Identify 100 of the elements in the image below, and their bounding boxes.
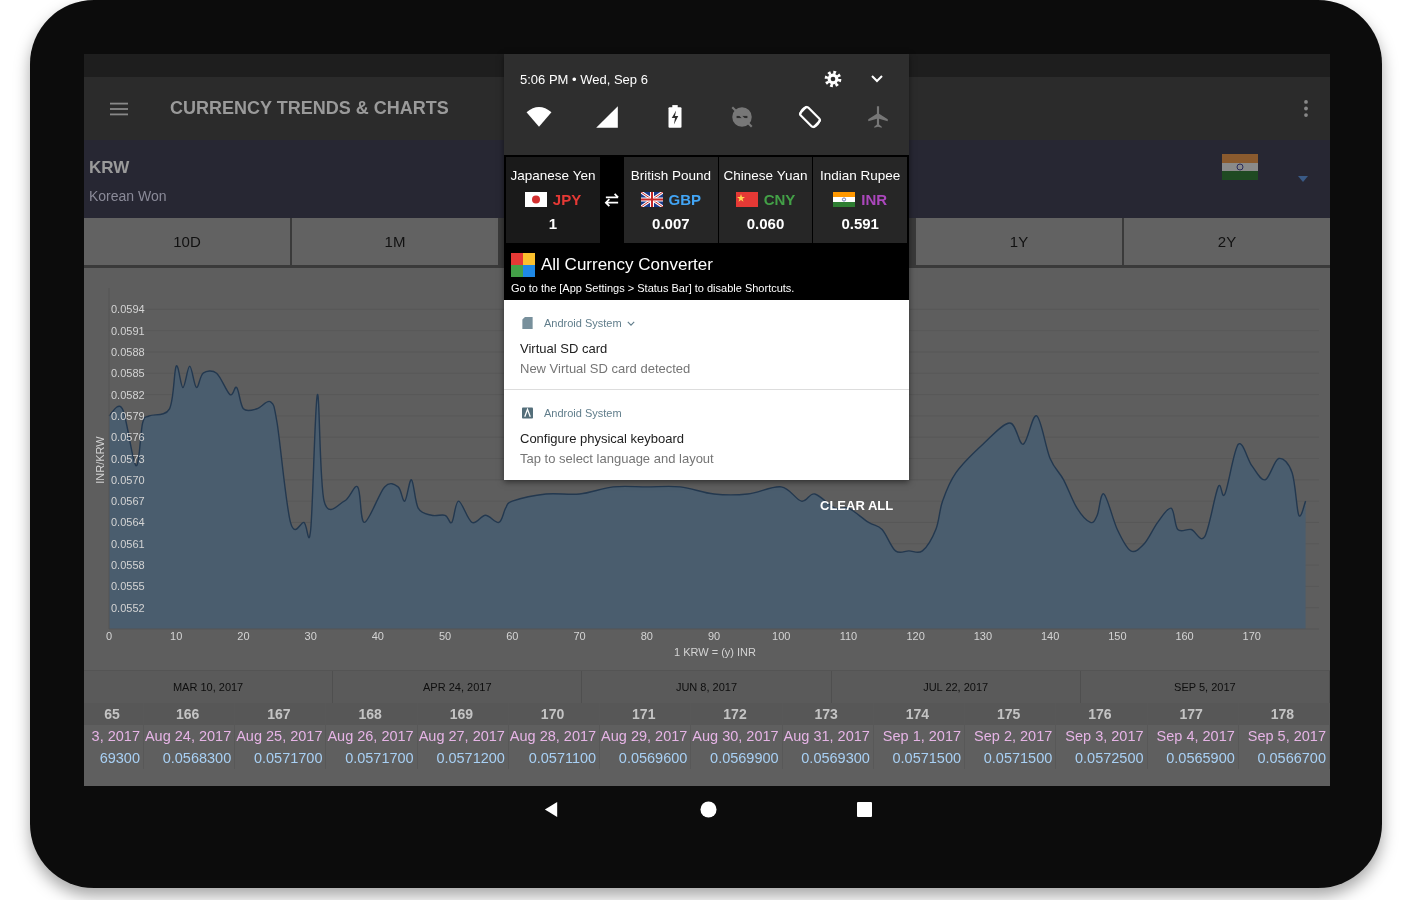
table-header-cell: 170 [508,703,601,725]
table-cell: Sep 1, 2017 [873,725,966,747]
table-header-cell: 171 [600,703,692,725]
table-header-cell: 65 [84,703,144,725]
x-tick-label: 60 [506,630,519,642]
x-tick-label: 80 [640,630,653,642]
home-icon[interactable] [699,800,717,818]
table-cell: Sep 5, 2017 [1238,725,1330,747]
table-header-cell: 174 [873,703,966,725]
table-header-cell: 172 [691,703,783,725]
currency-tile[interactable]: Japanese Yen JPY 1 [506,157,600,243]
x-tick-label: 160 [1175,630,1194,642]
x-tick-label: 10 [170,630,183,642]
x-tick-label: 70 [573,630,586,642]
currency-name: Korean Won [89,188,167,204]
table-cell: Aug 31, 2017 [782,725,874,747]
table-cell: Aug 28, 2017 [508,725,601,747]
currency-code: JPY [552,190,582,208]
x-tick-label: 150 [1108,630,1127,642]
signal-icon[interactable] [593,104,620,130]
status-datetime: 5:06 PM • Wed, Sep 6 [520,71,649,87]
table-cell: Aug 27, 2017 [417,725,509,747]
back-icon[interactable] [542,800,560,818]
notification-card[interactable]: Android System Configure physical keyboard Tap to select language and layout [504,390,909,480]
x-tick-label: 110 [839,630,858,642]
currency-code: KRW [89,158,130,178]
table-cell: 0.0569300 [782,747,874,769]
sd-card-icon [522,317,533,329]
table-cell: Aug 24, 2017 [144,725,236,747]
table-cell: 0.0569900 [691,747,783,769]
swap-icon[interactable] [603,193,621,207]
table-cell: Aug 29, 2017 [600,725,692,747]
table-cell: Sep 4, 2017 [1147,725,1239,747]
table-header-cell: 175 [965,703,1057,725]
y-tick-label: 0.0567 [111,495,145,508]
notification-title: Virtual SD card [520,341,609,356]
notification-card[interactable]: Android System Virtual SD card New Virtual SD card detected [504,300,909,390]
table-cell: 0.0568300 [144,747,236,769]
app-name: All Currency Converter [541,255,713,275]
y-tick-label: 0.0573 [111,452,145,465]
more-icon[interactable] [1304,100,1308,117]
table-cell: 0.0565900 [1147,747,1239,769]
table-header-cell: 176 [1056,703,1148,725]
table-header-cell: 166 [144,703,236,725]
menu-icon[interactable] [110,101,128,116]
y-tick-label: 0.0570 [111,473,145,486]
flag-icon [833,191,856,207]
rotate-icon[interactable] [797,104,824,130]
y-axis-label: INR/KRW [94,436,106,484]
table-cell: 0.0569600 [600,747,692,769]
table-cell: 0.0571200 [417,747,509,769]
flag-icon [524,191,547,207]
y-tick-label: 0.0582 [111,388,145,401]
y-tick-label: 0.0561 [111,537,145,550]
table-header-cell: 178 [1238,703,1330,725]
app-icon [522,407,533,419]
x-tick-label: 20 [237,630,250,642]
x-tick-label: 40 [371,630,384,642]
x-tick-label: 170 [1242,630,1261,642]
x-tick-label: 30 [304,630,317,642]
currency-tile[interactable]: Indian Rupee INR 0.591 [813,157,907,243]
table-cell: Aug 26, 2017 [326,725,418,747]
table-header-cell: 173 [782,703,874,725]
x-tick-label: 130 [973,630,993,642]
app-title: CURRENCY TRENDS & CHARTS [170,98,449,119]
y-tick-label: 0.0564 [111,516,145,529]
x-tick-label: 140 [1040,630,1060,642]
flag-icon[interactable] [1222,154,1258,180]
y-tick-label: 0.0585 [111,367,145,380]
y-tick-label: 0.0558 [111,559,145,572]
airplane-icon[interactable] [865,104,891,130]
notification-app-name: Android System [544,317,622,329]
clear-all-button[interactable]: CLEAR ALL [814,494,900,517]
currency-code: GBP [668,190,702,208]
table-cell: 0.0572500 [1056,747,1148,769]
currency-tile[interactable]: Chinese Yuan CNY 0.060 [718,157,813,243]
y-tick-label: 0.0588 [111,345,145,358]
table-cell: 0.0571500 [873,747,966,769]
currency-name: British Pound [630,168,711,184]
table-header-cell: 169 [417,703,509,725]
currency-value: 1 [548,214,558,232]
table-cell: 0.0566700 [1238,747,1330,769]
table-cell: Sep 2, 2017 [965,725,1057,747]
x-axis-label: 1 KRW = (y) INR [674,646,756,658]
notification-text: New Virtual SD card detected [520,361,692,376]
x-tick-label: 120 [906,630,925,642]
x-tick-label: 100 [772,630,791,642]
y-tick-label: 0.0579 [111,409,145,422]
recents-icon[interactable] [856,801,872,817]
y-tick-label: 0.0555 [111,580,145,593]
flag-icon [735,191,758,207]
notification-text: Tap to select language and layout [520,451,715,466]
currency-tile[interactable]: British Pound GBP 0.007 [624,157,718,243]
table-cell: Sep 3, 2017 [1056,725,1148,747]
x-tick-label: 90 [707,630,721,642]
notification-app-name: Android System [544,407,622,419]
table-header-cell: 177 [1147,703,1239,725]
currency-value: 0.060 [746,214,785,232]
settings-icon[interactable] [823,69,843,89]
table-cell: 0.0571100 [508,747,601,769]
